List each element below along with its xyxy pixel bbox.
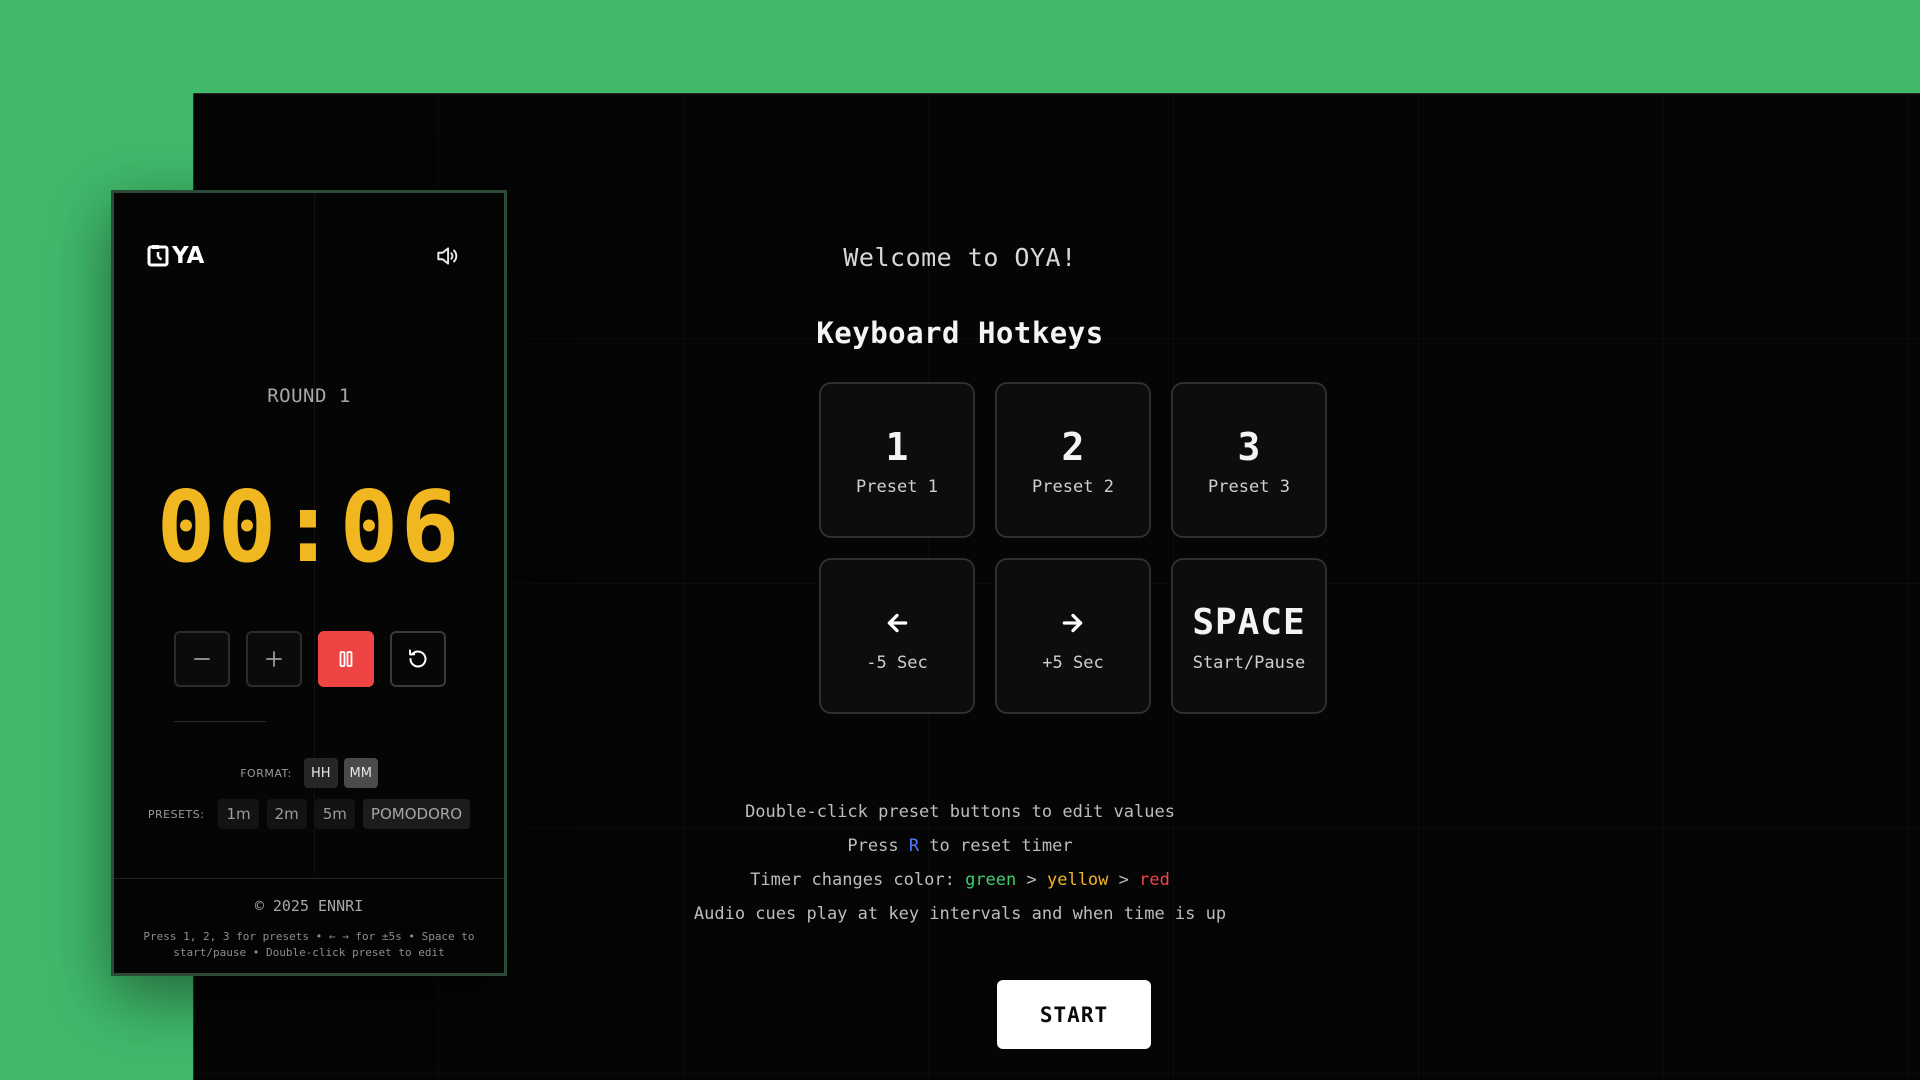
hotkey-key: SPACE	[1192, 602, 1306, 643]
preset-pomodoro-button[interactable]: POMODORO	[362, 799, 471, 829]
hotkey-label: Preset 2	[1032, 477, 1114, 497]
hotkey-label: +5 Sec	[1042, 653, 1104, 673]
hotkey-key: 3	[1237, 425, 1261, 469]
preset-5m-button[interactable]: 5m	[314, 799, 355, 829]
hotkey-card-preset-3[interactable]: 3 Preset 3	[1171, 382, 1327, 538]
round-label: ROUND 1	[267, 385, 351, 407]
timer-display: 00:06	[156, 471, 462, 585]
reset-icon	[409, 649, 427, 668]
presets-label: PRESETS:	[147, 807, 205, 821]
hotkey-card-preset-2[interactable]: 2 Preset 2	[995, 382, 1151, 538]
tip-text: >	[1016, 870, 1047, 890]
sound-toggle-button[interactable]	[432, 241, 462, 271]
timer-widget: YA ROUND 1 00:06 FORMAT: HH MM PRESETS: …	[111, 190, 507, 976]
hotkey-grid: 1 Preset 1 2 Preset 2 3 Preset 3 -5 Sec	[819, 382, 1329, 714]
arrow-right-icon	[1060, 599, 1086, 647]
reset-button[interactable]	[390, 631, 446, 687]
presets-selector: PRESETS: 1m 2m 5m POMODORO	[114, 799, 504, 829]
clock-logo-icon	[147, 245, 169, 267]
hotkey-card-space[interactable]: SPACE Start/Pause	[1171, 558, 1327, 714]
widget-footer: © 2025 ENNRI Press 1, 2, 3 for presets •…	[114, 878, 504, 973]
tip-color-green: green	[965, 870, 1017, 890]
pause-button[interactable]	[318, 631, 374, 687]
hotkey-card-minus-5[interactable]: -5 Sec	[819, 558, 975, 714]
plus-button[interactable]	[246, 631, 302, 687]
tip-key: R	[908, 836, 920, 856]
hotkey-key: 1	[885, 425, 909, 469]
format-label: FORMAT:	[240, 766, 292, 780]
timer-controls	[174, 631, 446, 687]
copyright-text: © 2025 ENNRI	[254, 897, 364, 915]
tip-text: Timer changes color:	[750, 870, 966, 890]
tip-color-red: red	[1139, 870, 1170, 890]
format-option-hh[interactable]: HH	[303, 758, 338, 788]
tip-text: >	[1108, 870, 1140, 890]
plus-icon	[266, 651, 282, 667]
start-button[interactable]: START	[997, 980, 1151, 1049]
arrow-left-icon	[884, 599, 910, 647]
desktop-background: Welcome to OYA! Keyboard Hotkeys 1 Prese…	[0, 0, 1920, 1080]
preset-2m-button[interactable]: 2m	[266, 799, 307, 829]
format-option-mm[interactable]: MM	[343, 758, 378, 788]
pause-icon	[339, 651, 353, 667]
preset-1m-button[interactable]: 1m	[218, 799, 259, 829]
hotkey-label: -5 Sec	[866, 653, 928, 673]
hotkey-label: Preset 1	[856, 477, 938, 497]
speaker-icon	[437, 247, 458, 265]
minus-button[interactable]	[174, 631, 230, 687]
hotkey-key: 2	[1061, 425, 1085, 469]
keyboard-hint: Press 1, 2, 3 for presets • ← → for ±5s …	[143, 930, 475, 959]
hotkey-label: Preset 3	[1208, 477, 1290, 497]
logo: YA	[147, 243, 204, 269]
format-selector: FORMAT: HH MM	[114, 758, 504, 788]
tip-text: to reset timer	[919, 836, 1073, 856]
hotkey-card-plus-5[interactable]: +5 Sec	[995, 558, 1151, 714]
hotkey-card-preset-1[interactable]: 1 Preset 1	[819, 382, 975, 538]
tip-color-yellow: yellow	[1046, 870, 1109, 890]
hotkey-label: Start/Pause	[1192, 653, 1306, 673]
minus-icon	[194, 658, 210, 660]
divider	[174, 721, 266, 722]
logo-text: YA	[172, 243, 205, 269]
tip-text: Press	[847, 836, 909, 856]
